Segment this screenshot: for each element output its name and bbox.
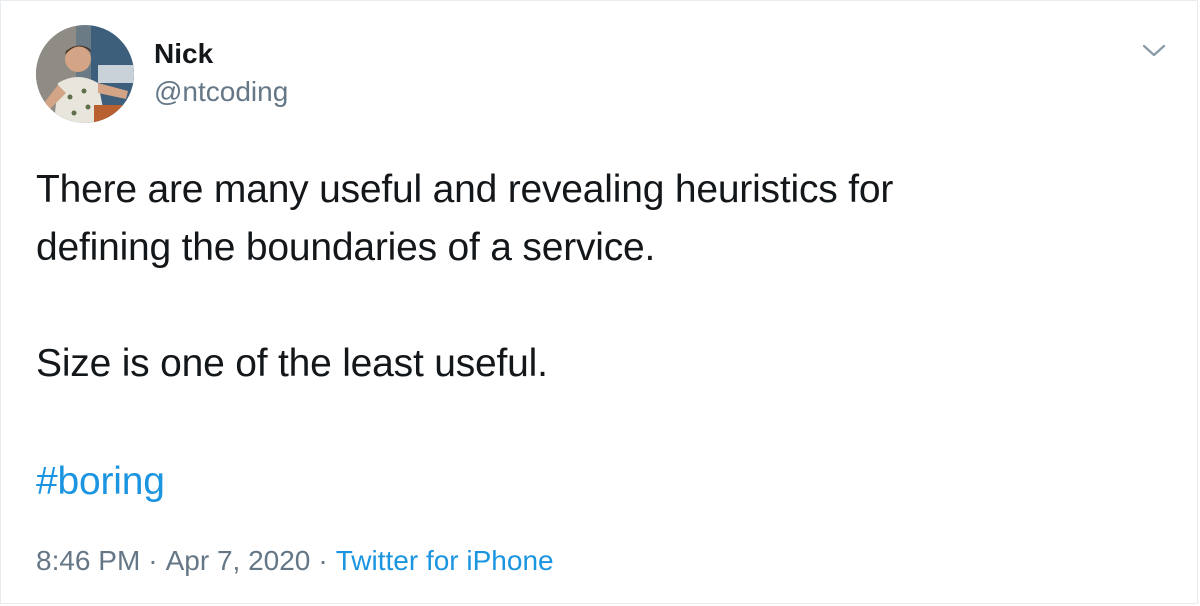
hashtag-link[interactable]: #boring: [36, 453, 165, 511]
tweet-card: Nick @ntcoding There are many useful and…: [0, 0, 1198, 604]
avatar[interactable]: [36, 25, 134, 123]
avatar-photo: [36, 25, 134, 123]
tweet-line: defining the boundaries of a service.: [36, 226, 656, 269]
author-name[interactable]: Nick: [154, 37, 213, 71]
tweet-meta: 8:46 PM · Apr 7, 2020 · Twitter for iPhone: [36, 541, 554, 581]
meta-separator: ·: [148, 545, 158, 576]
tweet-source-link[interactable]: Twitter for iPhone: [336, 545, 554, 576]
tweet-text: There are many useful and revealing heur…: [36, 161, 1156, 393]
tweet-date[interactable]: Apr 7, 2020: [166, 545, 311, 576]
author-handle[interactable]: @ntcoding: [154, 75, 288, 109]
tweet-time[interactable]: 8:46 PM: [36, 545, 140, 576]
chevron-down-icon[interactable]: [1139, 39, 1169, 61]
tweet-line: There are many useful and revealing heur…: [36, 168, 894, 211]
meta-separator: ·: [318, 545, 328, 576]
tweet-line: Size is one of the least useful.: [36, 342, 548, 385]
